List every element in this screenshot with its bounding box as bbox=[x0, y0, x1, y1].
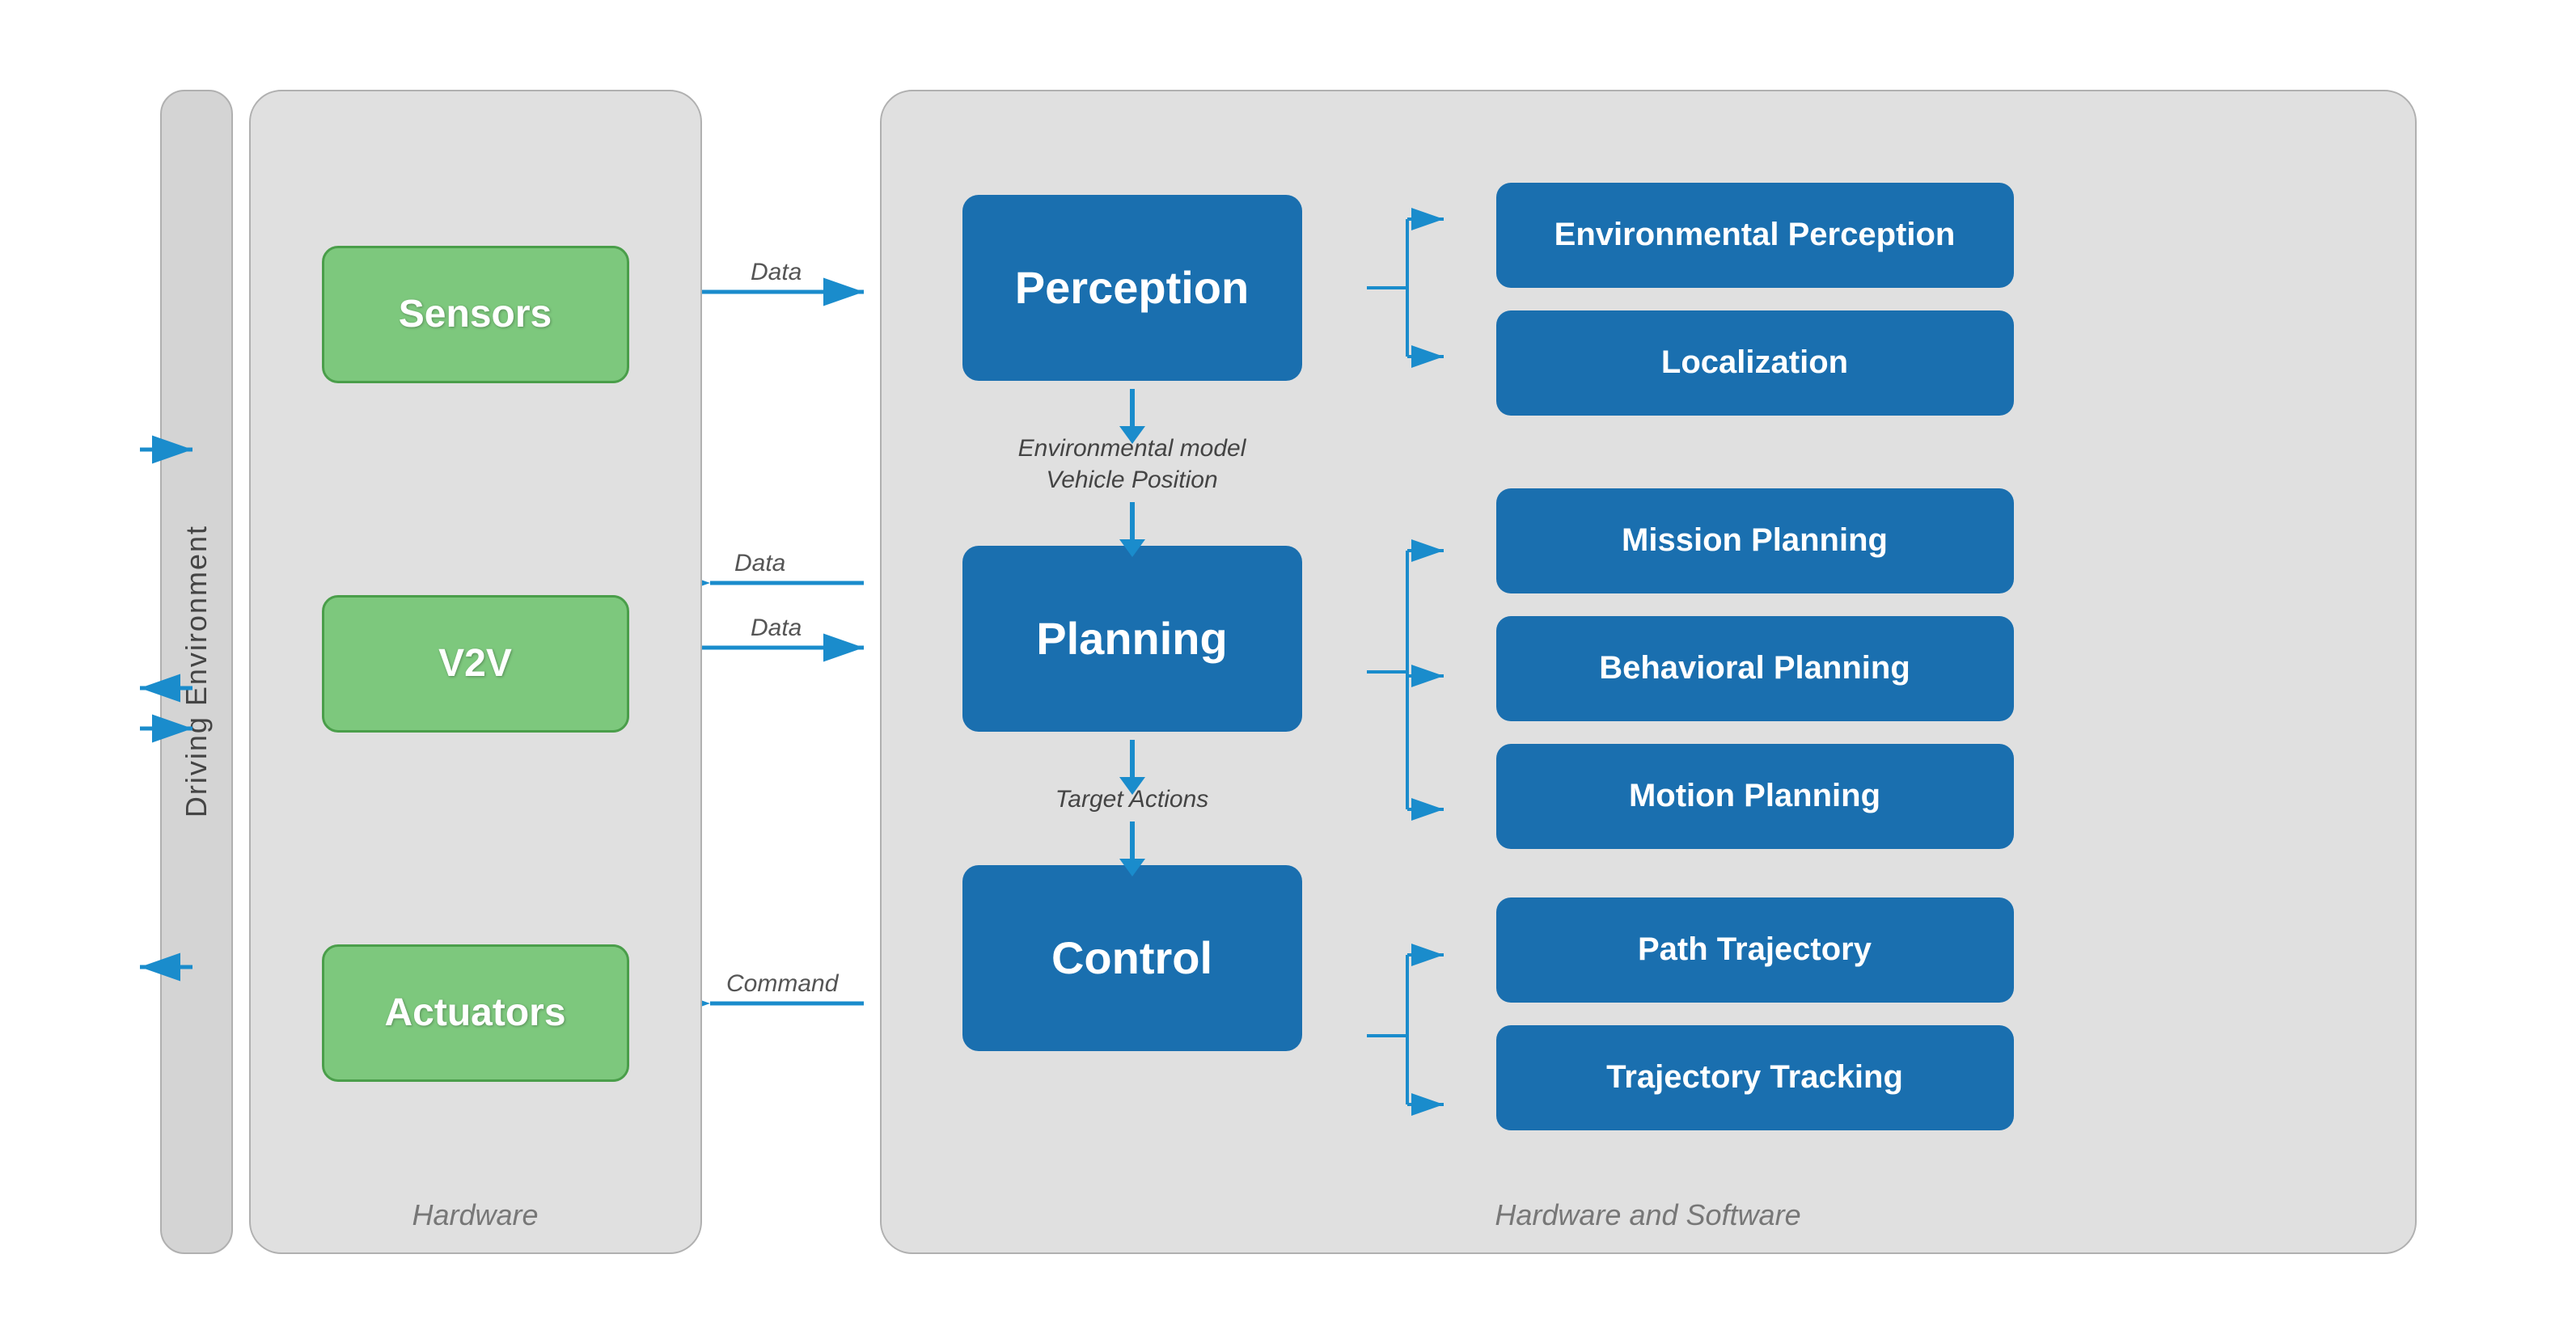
perception-sub-group: Environmental Perception Localization bbox=[1496, 183, 2046, 416]
actuators-box: Actuators bbox=[322, 944, 629, 1082]
target-actions-arrow bbox=[1130, 821, 1135, 862]
driving-environment-bar: Driving Environment bbox=[160, 90, 233, 1254]
spacer-1 bbox=[1496, 416, 2046, 488]
trajectory-tracking-box: Trajectory Tracking bbox=[1496, 1025, 2014, 1130]
connection-svg: Data Data Data Command bbox=[702, 90, 880, 1254]
planning-to-control-arrow bbox=[1130, 740, 1135, 780]
hardware-panel: Sensors V2V Actuators Hardware bbox=[249, 90, 702, 1254]
behavioral-planning-box: Behavioral Planning bbox=[1496, 616, 2014, 721]
perception-to-planning-arrow bbox=[1130, 389, 1135, 429]
connection-lines: Data Data Data Command bbox=[702, 90, 880, 1254]
svg-text:Data: Data bbox=[734, 550, 785, 576]
control-sub-group: Path Trajectory Trajectory Tracking bbox=[1496, 897, 2046, 1130]
driving-env-label: Driving Environment bbox=[180, 525, 214, 817]
sub-boxes-column: Environmental Perception Localization Mi… bbox=[1496, 146, 2046, 1181]
main-flow-column: Perception Environmental modelVehicle Po… bbox=[946, 146, 1318, 1181]
svg-text:Data: Data bbox=[751, 614, 802, 641]
mission-planning-box: Mission Planning bbox=[1496, 488, 2014, 593]
env-model-arrow bbox=[1130, 502, 1135, 543]
planning-sub-group: Mission Planning Behavioral Planning Mot… bbox=[1496, 488, 2046, 849]
svg-text:Command: Command bbox=[726, 970, 840, 997]
diagram-wrapper: Driving Environment Sensors V2V Actuator… bbox=[35, 33, 2542, 1311]
control-box: Control bbox=[962, 865, 1302, 1051]
perception-box: Perception bbox=[962, 195, 1302, 381]
hw-sw-panel: Perception Environmental modelVehicle Po… bbox=[880, 90, 2417, 1254]
planning-box: Planning bbox=[962, 546, 1302, 732]
v2v-box: V2V bbox=[322, 595, 629, 733]
sub-connectors bbox=[1367, 146, 1448, 1181]
localization-box: Localization bbox=[1496, 310, 2014, 416]
connector-svg bbox=[1367, 146, 1448, 1181]
spacer-2 bbox=[1496, 849, 2046, 897]
hardware-label: Hardware bbox=[412, 1198, 538, 1232]
path-trajectory-box: Path Trajectory bbox=[1496, 897, 2014, 1003]
motion-planning-box: Motion Planning bbox=[1496, 744, 2014, 849]
sensors-box: Sensors bbox=[322, 246, 629, 383]
hw-sw-label: Hardware and Software bbox=[1495, 1198, 1800, 1232]
svg-text:Data: Data bbox=[751, 259, 802, 285]
env-perception-box: Environmental Perception bbox=[1496, 183, 2014, 288]
